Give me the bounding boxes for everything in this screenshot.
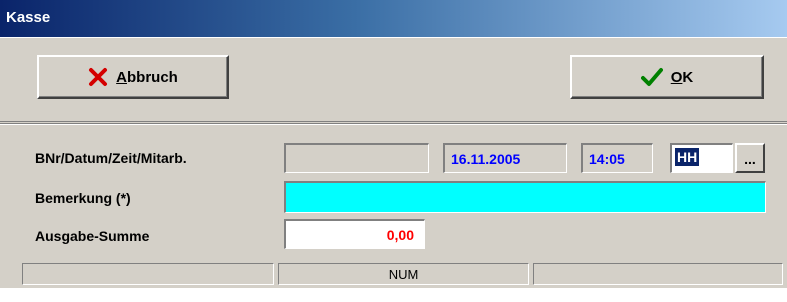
green-checkmark-icon (640, 67, 663, 87)
cancel-button-label: Abbruch (116, 68, 178, 86)
employee-selected-text: HH (675, 148, 700, 166)
title-bar[interactable]: Kasse (0, 0, 787, 37)
bnr-field[interactable] (284, 143, 429, 173)
toolbar-separator (0, 123, 787, 125)
date-field[interactable]: 16.11.2005 (443, 143, 567, 173)
status-panel-right (533, 263, 783, 285)
employee-browse-button[interactable]: ... (735, 143, 765, 173)
cancel-button[interactable]: Abbruch (37, 55, 229, 99)
window-title: Kasse (6, 9, 51, 26)
kasse-window: Kasse Abbruch OK BNr/Datum/Zeit/Mitarb. … (0, 0, 787, 302)
sum-input[interactable]: 0,00 (284, 219, 425, 249)
ok-button-label: OK (670, 68, 694, 86)
remark-input[interactable] (284, 181, 766, 213)
remark-label: Bemerkung (*) (35, 190, 131, 206)
sum-label: Ausgabe-Summe (35, 228, 150, 244)
status-panel-num: NUM (278, 263, 529, 285)
red-x-icon (88, 67, 108, 87)
status-panel-left (22, 263, 274, 285)
window-bottom-edge (0, 288, 787, 302)
ok-button[interactable]: OK (570, 55, 764, 99)
time-field[interactable]: 14:05 (581, 143, 653, 173)
employee-field[interactable]: HH (670, 143, 733, 173)
bnr-date-time-employee-label: BNr/Datum/Zeit/Mitarb. (35, 150, 187, 166)
